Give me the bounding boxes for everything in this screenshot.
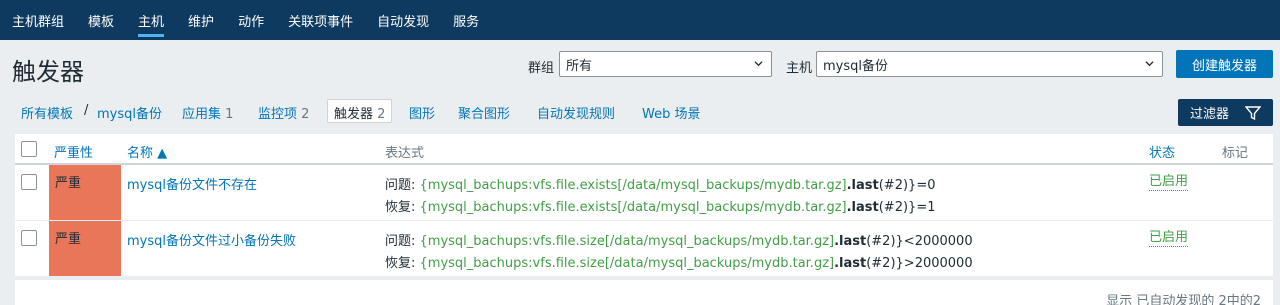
host-select-value: mysql备份 (823, 58, 888, 74)
nav-services[interactable]: 服务 (441, 0, 491, 40)
group-select[interactable]: 所有 (559, 51, 772, 77)
page-title: 触发器 (12, 58, 84, 86)
create-trigger-button[interactable]: 创建触发器 (1176, 50, 1273, 78)
recovery-expression: 恢复: {mysql_bachups:vfs.file.size[/data/m… (385, 256, 973, 271)
nav-event-correlation[interactable]: 关联项事件 (276, 0, 365, 40)
expression-column-header: 表达式 (385, 146, 425, 161)
chevron-down-icon (1145, 61, 1154, 67)
tab-graphs[interactable]: 图形 (409, 103, 435, 122)
status-toggle[interactable]: 已启用 (1149, 230, 1189, 247)
tab-screens[interactable]: 聚合图形 (458, 103, 510, 122)
trigger-name-link[interactable]: mysql备份文件不存在 (127, 174, 257, 193)
name-column-header[interactable]: 名称 ▲ (127, 142, 167, 161)
tab-discovery-rules[interactable]: 自动发现规则 (537, 103, 615, 122)
tab-applications[interactable]: 应用集 1 (182, 103, 233, 122)
table-header: 严重性 名称 ▲ 表达式 状态 标记 (15, 134, 1273, 165)
item-key-link[interactable]: {mysql_bachups:vfs.file.size[/data/mysql… (420, 234, 835, 249)
tab-triggers[interactable]: 触发器 2 (327, 99, 393, 123)
group-label: 群组 (528, 61, 555, 76)
status-toggle[interactable]: 已启用 (1149, 174, 1189, 191)
page-header: 触发器 群组 所有 主机 mysql备份 创建触发器 (0, 40, 1280, 94)
problem-expression: 问题: {mysql_bachups:vfs.file.size[/data/m… (385, 234, 973, 249)
funnel-icon (1245, 106, 1261, 121)
item-key-link[interactable]: {mysql_bachups:vfs.file.exists[/data/mys… (420, 178, 847, 193)
nav-actions[interactable]: 动作 (226, 0, 276, 40)
nav-templates[interactable]: 模板 (76, 0, 126, 40)
record-count: 显示 已自动发现的 2中的2 (1106, 294, 1261, 305)
trigger-name-link[interactable]: mysql备份文件过小备份失败 (127, 230, 296, 249)
chevron-down-icon (754, 61, 763, 67)
host-select[interactable]: mysql备份 (816, 51, 1163, 77)
problem-expression: 问题: {mysql_bachups:vfs.file.exists[/data… (385, 178, 936, 193)
breadcrumb-host[interactable]: mysql备份 (97, 103, 162, 122)
nav-discovery[interactable]: 自动发现 (365, 0, 441, 40)
top-navigation: 主机群组 模板 主机 维护 动作 关联项事件 自动发现 服务 (0, 0, 1280, 40)
select-all-checkbox[interactable] (21, 141, 37, 157)
table-row: 严重 mysql备份文件不存在 问题: {mysql_bachups:vfs.f… (15, 165, 1273, 221)
item-key-link[interactable]: {mysql_bachups:vfs.file.size[/data/mysql… (420, 256, 835, 271)
row-checkbox[interactable] (21, 230, 37, 246)
nav-hosts[interactable]: 主机 (126, 0, 176, 40)
filter-button-label: 过滤器 (1190, 107, 1230, 122)
severity-badge: 严重 (49, 221, 121, 276)
triggers-table: 严重性 名称 ▲ 表达式 状态 标记 严重 mysql备份文件不存在 问题: {… (15, 134, 1273, 277)
tags-column-header: 标记 (1222, 146, 1249, 161)
group-select-value: 所有 (566, 58, 593, 74)
breadcrumb-separator: / (84, 103, 89, 118)
severity-badge: 严重 (49, 165, 121, 220)
filter-button[interactable]: 过滤器 (1178, 99, 1273, 126)
recovery-expression: 恢复: {mysql_bachups:vfs.file.exists[/data… (385, 200, 936, 215)
tab-items[interactable]: 监控项 2 (258, 103, 309, 122)
host-subnav: 所有模板 / mysql备份 应用集 1 监控项 2 触发器 2 图形 聚合图形… (0, 94, 1280, 130)
nav-host-groups[interactable]: 主机群组 (0, 0, 76, 40)
nav-maintenance[interactable]: 维护 (176, 0, 226, 40)
breadcrumb-all-templates[interactable]: 所有模板 (21, 103, 73, 122)
host-label: 主机 (786, 61, 813, 76)
tab-web-scenarios[interactable]: Web 场景 (642, 103, 700, 122)
table-row: 严重 mysql备份文件过小备份失败 问题: {mysql_bachups:vf… (15, 221, 1273, 277)
item-key-link[interactable]: {mysql_bachups:vfs.file.exists[/data/mys… (420, 200, 847, 215)
table-footer: 显示 已自动发现的 2中的2 (15, 280, 1273, 305)
severity-column-header[interactable]: 严重性 (54, 142, 93, 161)
status-column-header[interactable]: 状态 (1149, 142, 1175, 161)
row-checkbox[interactable] (21, 174, 37, 190)
